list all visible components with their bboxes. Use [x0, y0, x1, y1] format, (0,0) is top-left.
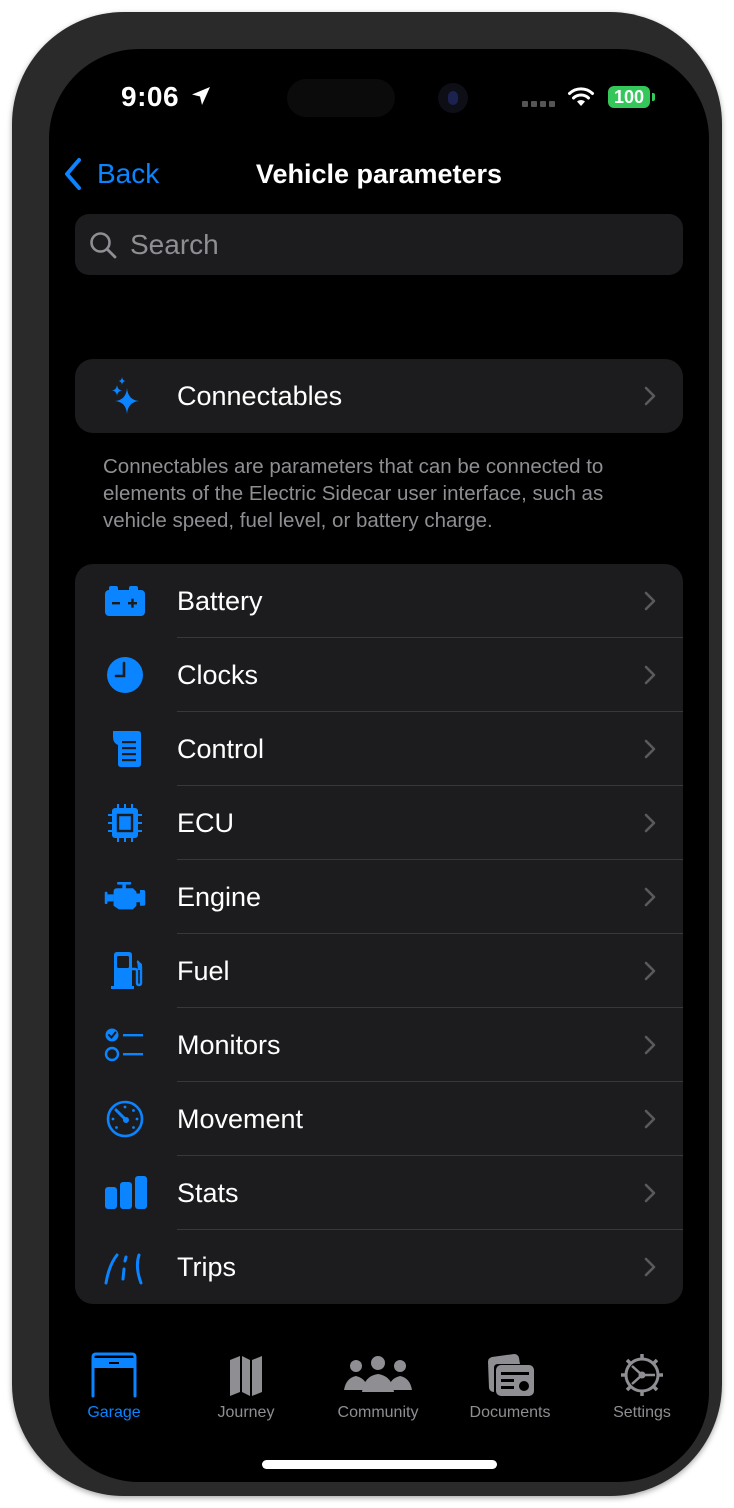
chevron-right-icon	[644, 1109, 656, 1129]
bar-chart-icon	[103, 1173, 147, 1213]
chevron-right-icon	[644, 1183, 656, 1203]
category-label: Control	[177, 733, 265, 764]
connectables-label: Connectables	[177, 380, 343, 411]
speedometer-icon	[103, 1099, 147, 1139]
fuel-pump-icon	[103, 951, 147, 991]
battery-icon	[103, 581, 147, 621]
tab-settings[interactable]: Settings	[582, 1344, 702, 1422]
category-row-ecu[interactable]: ECU	[75, 786, 683, 860]
gear-icon	[621, 1354, 663, 1396]
tab-label: Garage	[87, 1404, 141, 1421]
tab-journey[interactable]: Journey	[186, 1344, 306, 1422]
tab-label: Journey	[217, 1404, 275, 1421]
category-row-fuel[interactable]: Fuel	[75, 934, 683, 1008]
chevron-right-icon	[644, 739, 656, 759]
garage-icon	[91, 1352, 137, 1398]
wifi-icon	[568, 87, 594, 106]
scroll-icon	[103, 729, 147, 769]
sparkles-icon	[103, 376, 147, 416]
chevron-right-icon	[644, 887, 656, 907]
tab-label: Community	[337, 1404, 419, 1421]
cellular-signal-icon	[522, 101, 555, 107]
tab-bar: Garage Journey Community Documents Setti…	[49, 1344, 709, 1434]
categories-group: Battery Clocks Control ECU Engine Fuel M…	[75, 564, 683, 1304]
category-label: Clocks	[177, 659, 259, 690]
road-lanes-icon	[103, 1247, 147, 1287]
chevron-right-icon	[644, 961, 656, 981]
category-row-stats[interactable]: Stats	[75, 1156, 683, 1230]
search-icon	[90, 231, 117, 258]
category-label: Fuel	[177, 955, 230, 986]
connectables-description: Connectables are parameters that can be …	[103, 455, 604, 532]
category-row-movement[interactable]: Movement	[75, 1082, 683, 1156]
category-label: Engine	[177, 881, 262, 912]
screen: 9:06 100 Back Vehicle parameters Connect…	[49, 49, 709, 1482]
chevron-right-icon	[644, 386, 656, 406]
connectables-row[interactable]: Connectables	[75, 359, 683, 433]
category-row-battery[interactable]: Battery	[75, 564, 683, 638]
category-label: Trips	[177, 1251, 236, 1282]
documents-icon	[488, 1354, 534, 1396]
category-label: Movement	[177, 1103, 304, 1134]
category-row-engine[interactable]: Engine	[75, 860, 683, 934]
category-label: ECU	[177, 807, 235, 838]
tab-documents[interactable]: Documents	[450, 1344, 570, 1422]
chevron-right-icon	[644, 1035, 656, 1055]
connectables-group: Connectables	[75, 359, 683, 433]
category-row-clocks[interactable]: Clocks	[75, 638, 683, 712]
clock-icon	[103, 655, 147, 695]
engine-icon	[103, 877, 147, 917]
checklist-icon	[103, 1025, 147, 1065]
search-bar[interactable]	[75, 214, 683, 275]
category-label: Monitors	[177, 1029, 281, 1060]
cpu-icon	[103, 803, 147, 843]
people-icon	[344, 1356, 412, 1392]
map-icon	[230, 1356, 262, 1396]
category-row-trips[interactable]: Trips	[75, 1230, 683, 1304]
battery-indicator: 100	[608, 86, 655, 108]
tab-community[interactable]: Community	[318, 1344, 438, 1422]
search-input[interactable]	[128, 227, 652, 262]
page-title: Vehicle parameters	[255, 159, 503, 189]
chevron-right-icon	[644, 591, 656, 611]
front-camera	[438, 83, 468, 113]
device-frame: 9:06 100 Back Vehicle parameters Connect…	[12, 12, 722, 1496]
location-arrow-icon	[192, 87, 210, 105]
category-label: Battery	[177, 585, 263, 616]
category-row-monitors[interactable]: Monitors	[75, 1008, 683, 1082]
chevron-right-icon	[644, 1257, 656, 1277]
chevron-right-icon	[644, 665, 656, 685]
chevron-right-icon	[644, 813, 656, 833]
tab-label: Settings	[613, 1404, 671, 1421]
category-row-control[interactable]: Control	[75, 712, 683, 786]
home-indicator[interactable]	[262, 1460, 497, 1469]
status-time: 9:06	[121, 81, 180, 112]
dynamic-island	[287, 79, 395, 117]
category-label: Stats	[177, 1177, 239, 1208]
tab-label: Documents	[469, 1404, 551, 1421]
tab-garage[interactable]: Garage	[54, 1344, 174, 1422]
